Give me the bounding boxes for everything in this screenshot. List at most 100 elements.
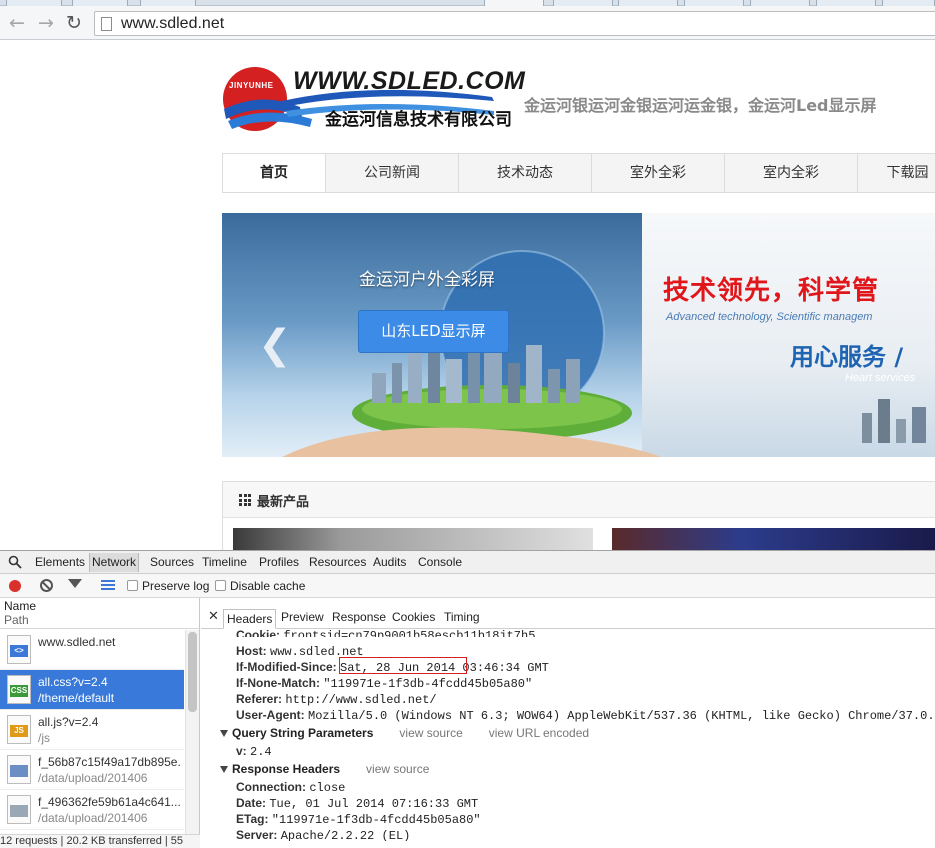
header-date: Date: Tue, 01 Jul 2014 07:16:33 GMT: [236, 796, 479, 811]
devtools-tab-timeline[interactable]: Timeline: [202, 555, 247, 569]
header-cookie: Cookie: frontsid=cn79p9001b58escb11b18jt…: [236, 628, 536, 637]
column-path[interactable]: Path: [4, 613, 29, 627]
banner-button[interactable]: 山东LED显示屏: [358, 310, 509, 353]
filter-icon[interactable]: [68, 579, 82, 588]
devtools-tab-resources[interactable]: Resources: [309, 555, 366, 569]
banner-headline-2: 用心服务 /: [790, 343, 904, 371]
devtools-tab-console[interactable]: Console: [418, 555, 462, 569]
column-name[interactable]: Name: [4, 599, 36, 613]
web-page: JINYUNHE WWW.SDLED.COM 金运河信息技术有限公司 金运河银运…: [0, 41, 935, 552]
address-bar[interactable]: www.sdled.net: [94, 11, 935, 36]
devtools-tab-elements[interactable]: Elements: [35, 555, 85, 569]
products-header: 最新产品: [223, 482, 935, 518]
expand-triangle-icon[interactable]: [220, 730, 228, 737]
tab-headers[interactable]: Headers: [223, 609, 277, 629]
request-row[interactable]: f_496362fe59b61a4c641... /data/upload/20…: [0, 790, 184, 830]
header-connection: Connection: close: [236, 780, 346, 795]
products-section: 最新产品: [222, 481, 935, 552]
request-name: all.js?v=2.4: [38, 715, 99, 729]
forward-arrow-icon[interactable]: →: [36, 13, 56, 33]
header-if-none-match: If-None-Match: "119971e-1f3db-4fcdd45b05…: [236, 676, 533, 691]
record-icon[interactable]: [9, 580, 21, 592]
devtools-panel: Elements Network Sources Timeline Profil…: [0, 550, 935, 848]
request-list-header[interactable]: Name Path: [0, 598, 200, 629]
request-path: /data/upload/201406: [38, 811, 148, 825]
product-thumbnail[interactable]: [612, 528, 935, 552]
product-thumbnail[interactable]: [233, 528, 593, 552]
request-path: /js: [38, 731, 50, 745]
disable-cache-checkbox[interactable]: [215, 580, 226, 591]
banner-caption: 金运河户外全彩屏: [359, 270, 495, 290]
request-row[interactable]: f_56b87c15f49a17db895e... /data/upload/2…: [0, 750, 184, 790]
banner-headline: 技术领先，科学管: [663, 276, 880, 306]
close-icon[interactable]: ✕: [208, 608, 219, 624]
nav-item-outdoor[interactable]: 室外全彩: [592, 154, 725, 192]
grid-icon: [239, 494, 251, 506]
network-summary: 12 requests | 20.2 KB transferred | 55: [0, 834, 200, 848]
preserve-log-label: Preserve log: [142, 579, 210, 593]
logo-text-cn: 金运河信息技术有限公司: [325, 110, 512, 130]
response-headers-section[interactable]: Response Headers view source: [220, 762, 429, 776]
devtools-tab-audits[interactable]: Audits: [373, 555, 406, 569]
products-title: 最新产品: [257, 495, 310, 510]
header-referer: Referer: http://www.sdled.net/: [236, 692, 437, 707]
request-path: /theme/default: [38, 691, 115, 705]
address-url[interactable]: www.sdled.net: [121, 15, 224, 33]
request-path: /data/upload/201406: [38, 771, 148, 785]
search-icon[interactable]: [8, 555, 22, 569]
request-row-selected[interactable]: CSS all.css?v=2.4 /theme/default: [0, 670, 184, 710]
clear-icon[interactable]: [40, 579, 53, 592]
view-url-encoded-link[interactable]: view URL encoded: [489, 726, 589, 740]
network-controls: Preserve log Disable cache: [0, 574, 935, 598]
request-name: all.css?v=2.4: [38, 675, 108, 689]
request-list-scrollbar[interactable]: [185, 630, 199, 834]
devtools-tabbar: Elements Network Sources Timeline Profil…: [0, 551, 935, 574]
request-name: f_496362fe59b61a4c641...: [38, 795, 181, 809]
request-list: Name Path <> www.sdled.net CSS all.css?v…: [0, 598, 200, 848]
query-params-section[interactable]: Query String Parameters view source view U…: [220, 726, 589, 740]
query-param-v: v: 2.4: [236, 744, 272, 759]
hero-banner[interactable]: [222, 213, 935, 457]
header-user-agent: User-Agent: Mozilla/5.0 (Windows NT 6.3;…: [236, 708, 935, 723]
request-row[interactable]: <> www.sdled.net: [0, 630, 184, 670]
expand-triangle-icon[interactable]: [220, 766, 228, 773]
image-file-icon: [7, 755, 31, 784]
devtools-tab-network[interactable]: Network: [89, 553, 140, 572]
image-file-icon: [7, 795, 31, 824]
banner-subtitle-2: Heart services: [845, 372, 916, 384]
request-name: www.sdled.net: [38, 635, 116, 649]
js-file-icon: JS: [7, 715, 31, 744]
request-row[interactable]: JS all.js?v=2.4 /js: [0, 710, 184, 750]
request-details: ✕ Headers Preview Response Cookies Timin…: [201, 598, 935, 841]
logo-text-en: JINYUNHE: [229, 81, 274, 90]
nav-item-indoor[interactable]: 室内全彩: [725, 154, 858, 192]
tab-cookies[interactable]: Cookies: [392, 610, 435, 624]
view-source-link[interactable]: view source: [366, 762, 429, 776]
scrollbar-thumb[interactable]: [188, 632, 197, 712]
tab-timing[interactable]: Timing: [444, 610, 480, 624]
logo-text-url: WWW.SDLED.COM: [293, 67, 526, 95]
banner-subtitle: Advanced technology, Scientific managem: [666, 311, 873, 323]
highlight-box: [339, 657, 467, 674]
devtools-tab-profiles[interactable]: Profiles: [259, 555, 299, 569]
details-tabbar: ✕ Headers Preview Response Cookies Timin…: [201, 607, 935, 629]
css-file-icon: CSS: [7, 675, 31, 704]
nav-item-company-news[interactable]: 公司新闻: [326, 154, 459, 192]
tab-preview[interactable]: Preview: [281, 610, 324, 624]
site-slogan: 金运河银运河金银运河运金银，金运河Led显示屏: [524, 96, 877, 115]
banner-prev-icon[interactable]: ❮: [258, 325, 292, 365]
nav-item-download[interactable]: 下载园: [858, 154, 935, 192]
back-arrow-icon[interactable]: ←: [7, 13, 27, 33]
nav-item-home[interactable]: 首页: [223, 154, 326, 192]
request-name: f_56b87c15f49a17db895e...: [38, 755, 182, 769]
list-view-icon[interactable]: [101, 580, 115, 591]
devtools-tab-sources[interactable]: Sources: [150, 555, 194, 569]
tab-response[interactable]: Response: [332, 610, 386, 624]
page-icon: [101, 17, 112, 31]
banner-artwork: [282, 250, 926, 457]
nav-item-tech-news[interactable]: 技术动态: [459, 154, 592, 192]
html-file-icon: <>: [7, 635, 31, 664]
view-source-link[interactable]: view source: [399, 726, 462, 740]
preserve-log-checkbox[interactable]: [127, 580, 138, 591]
reload-icon[interactable]: ↻: [64, 13, 84, 33]
